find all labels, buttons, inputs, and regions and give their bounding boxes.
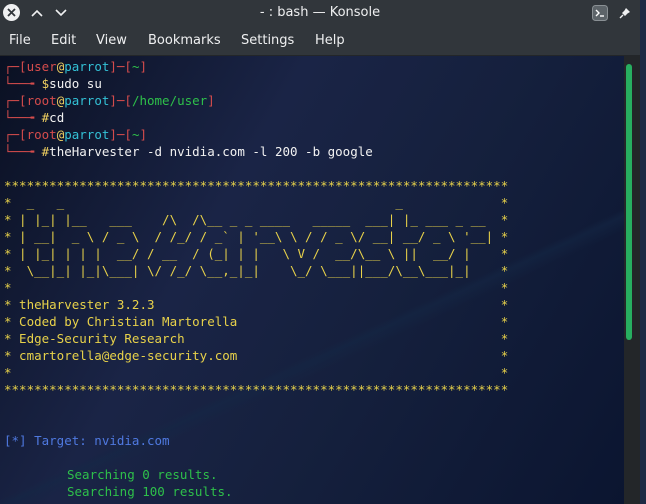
banner-line: * cmartorella@edge-security.com * (4, 348, 509, 363)
menu-settings[interactable]: Settings (241, 33, 294, 48)
menu-help[interactable]: Help (315, 33, 345, 48)
desktop-edge (640, 0, 646, 504)
prompt-user: user (26, 59, 57, 74)
banner-line: ****************************************… (4, 382, 509, 397)
banner-line: * | __| _ \ / _ \ / /_/ / _` | '__\ \ / … (4, 229, 509, 244)
terminal-output[interactable]: ┌─[user@parrot]─[~] └──╼ $sudo su ┌─[roo… (0, 56, 624, 504)
pin-icon (619, 7, 630, 18)
prompt-host: parrot (64, 93, 110, 108)
window-title: - : bash — Konsole (259, 5, 381, 20)
scrollbar-thumb[interactable] (626, 64, 632, 340)
prompt-dir: /home/user (131, 93, 208, 108)
command-text: cd (49, 110, 65, 125)
prompt-line: ┌─[root@parrot]─[~] (4, 127, 148, 142)
target-line: [*] Target: nvidia.com (4, 433, 170, 448)
banner-line: ****************************************… (4, 178, 509, 193)
banner-line: * * (4, 365, 509, 380)
konsole-app-button[interactable] (590, 4, 610, 21)
command-text: theHarvester -d nvidia.com -l 200 -b goo… (49, 144, 373, 159)
menu-view[interactable]: View (96, 33, 127, 48)
banner-line: * | |_| | | | __/ / __ / (_| | | \ V / _… (4, 246, 509, 261)
banner-line: * Edge-Security Research * (4, 331, 509, 346)
prompt-user: root (26, 127, 57, 142)
search-status-line: Searching 100 results. (67, 484, 233, 499)
command-line: └──╼ #cd (4, 110, 65, 125)
terminal-icon (592, 4, 608, 21)
banner-line: * theHarvester 3.2.3 * (4, 297, 509, 312)
title-bar: - : bash — Konsole (0, 0, 640, 25)
menu-bar: File Edit View Bookmarks Settings Help (0, 25, 640, 56)
banner-line: * _ _ _ * (4, 195, 509, 210)
prompt-host: parrot (64, 59, 110, 74)
banner-line: * * (4, 280, 509, 295)
command-text: sudo su (49, 76, 102, 91)
prompt-line: ┌─[root@parrot]─[/home/user] (4, 93, 215, 108)
prompt-user: root (26, 93, 57, 108)
banner-line: * Coded by Christian Martorella * (4, 314, 509, 329)
search-status-line: Searching 0 results. (67, 467, 218, 482)
command-line: └──╼ #theHarvester -d nvidia.com -l 200 … (4, 144, 373, 159)
menu-bookmarks[interactable]: Bookmarks (148, 33, 221, 48)
prompt-line: ┌─[user@parrot]─[~] (4, 59, 148, 74)
banner-line: * \__|_| |_|\___| \/ /_/ \__,_|_| \_/ \_… (4, 263, 509, 278)
command-line: └──╼ $sudo su (4, 76, 102, 91)
prompt-host: parrot (64, 127, 110, 142)
menu-file[interactable]: File (9, 33, 31, 48)
banner-line: * | |_| |__ ___ /\ /\__ _ _ ____ _____ _… (4, 212, 509, 227)
menu-edit[interactable]: Edit (51, 33, 76, 48)
pin-button[interactable] (616, 4, 634, 21)
